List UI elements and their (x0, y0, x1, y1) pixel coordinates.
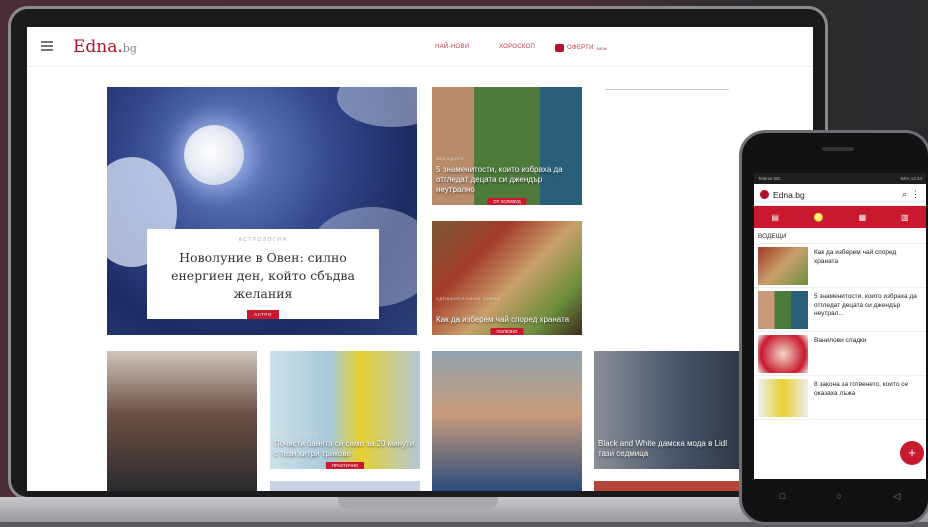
calendar-tab-icon[interactable]: ▤ (771, 213, 779, 222)
phone-frame: Telenor BG 62% 14:24 Edna.bg ⌕ ⋮ ▤ ♌ ▦ ▥… (739, 130, 928, 525)
zodiac-tab-icon[interactable]: ♌ (814, 213, 824, 222)
list-item[interactable]: Ванилови сладки (754, 332, 926, 376)
thumbnail (758, 335, 808, 373)
article-card[interactable] (432, 351, 582, 491)
battery-time: 62% 14:24 (900, 176, 922, 181)
nav-newest[interactable]: НАЙ-НОВИ (435, 44, 469, 50)
app-header: Edna.bg ⌕ ⋮ (754, 184, 926, 206)
list-item-title: 8 закона за готвенето, които се оказаха … (814, 381, 909, 397)
site-logo[interactable]: Edna.bg (73, 37, 137, 57)
hamburger-menu-icon[interactable] (41, 41, 53, 51)
article-card[interactable]: ПОЛЕЗНИ ИДЕИ Почисти банята си само за 2… (270, 351, 420, 469)
article-card[interactable] (107, 351, 257, 491)
card-tag[interactable]: ОТ ХОЛИВУД (487, 198, 527, 205)
list-item-title: Как да изберем чай според храната (814, 249, 897, 265)
thumbnail (758, 247, 808, 285)
card-title[interactable]: Как да изберем чай според храната (436, 315, 578, 325)
ad-divider (605, 89, 729, 90)
card-title[interactable]: Почисти банята си само за 20 минути с те… (274, 439, 416, 459)
list-item-title: 5 знаменитости, които избраха да отгледа… (814, 293, 917, 317)
card-tag[interactable]: ПРАКТИЧНО (325, 462, 365, 469)
nav-horoscope[interactable]: ХОРОСКОП (499, 44, 535, 50)
phone-speaker (822, 147, 854, 151)
list-item-title: Ванилови сладки (814, 337, 867, 344)
laptop-frame: Edna.bg НАЙ-НОВИ ХОРОСКОП ОФЕРТИ NEW АСТР… (8, 6, 828, 500)
category-tabs: ▤ ♌ ▦ ▥ (754, 206, 926, 228)
hero-card: АСТРОЛОГИЯ Новолуние в Овен: силно енерг… (147, 229, 379, 319)
phone-screen: Telenor BG 62% 14:24 Edna.bg ⌕ ⋮ ▤ ♌ ▦ ▥… (754, 173, 926, 479)
site-header: Edna.bg НАЙ-НОВИ ХОРОСКОП ОФЕРТИ NEW (27, 27, 813, 67)
card-kicker: ЗДРАВОСЛОВНИ ХРАНИ (436, 296, 502, 301)
card-kicker: ЗВЕЗДИТЕ (436, 156, 465, 161)
section-title: ВОДЕЩИ (754, 228, 926, 244)
cards-tab-icon[interactable]: ▦ (859, 213, 867, 222)
list-item[interactable]: 5 знаменитости, които избраха да отгледа… (754, 288, 926, 332)
search-icon[interactable]: ⌕ (902, 189, 907, 200)
android-nav-bar: □ ○ ◁ (754, 483, 926, 509)
app-title: Edna.bg (773, 189, 805, 200)
card-title[interactable]: 5 знаменитости, които избраха да отгледа… (436, 165, 578, 195)
card-title[interactable]: Black and White дамска мода в Lidl тази … (598, 439, 740, 459)
hero-category: АСТРОЛОГИЯ (238, 237, 288, 243)
nav-offers[interactable]: ОФЕРТИ NEW (555, 44, 607, 52)
laptop-notch (338, 497, 498, 509)
article-card-partial[interactable] (270, 481, 420, 491)
recents-icon[interactable]: □ (780, 491, 785, 501)
add-button[interactable]: + (900, 441, 924, 465)
hero-title[interactable]: Новолуние в Овен: силно енергиен ден, ко… (147, 249, 379, 303)
status-bar: Telenor BG 62% 14:24 (754, 173, 926, 184)
thumbnail (758, 291, 808, 329)
article-card[interactable]: ЗВЕЗДИТЕ 5 знаменитости, които избраха д… (432, 87, 582, 205)
hero-article[interactable]: АСТРОЛОГИЯ Новолуние в Овен: силно енерг… (107, 87, 417, 335)
thumbnail (758, 379, 808, 417)
app-logo-icon (760, 190, 769, 199)
card-kicker: ПОЛЕЗНИ ИДЕИ (274, 430, 318, 435)
gift-icon (555, 44, 564, 52)
list-item[interactable]: 8 закона за готвенето, които се оказаха … (754, 376, 926, 420)
moon-image (184, 125, 244, 185)
carrier-label: Telenor BG (758, 176, 781, 181)
list-item[interactable]: Как да изберем чай според храната (754, 244, 926, 288)
hero-tag[interactable]: АСТРО (247, 310, 279, 319)
cloud-decor (337, 87, 417, 127)
article-card-partial[interactable] (594, 481, 744, 491)
card-tag[interactable]: ПОЛЕЗНО (490, 328, 524, 335)
back-icon[interactable]: ◁ (893, 491, 900, 502)
article-card[interactable]: Black and White дамска мода в Lidl тази … (594, 351, 744, 469)
more-vert-icon[interactable]: ⋮ (911, 189, 920, 200)
book-tab-icon[interactable]: ▥ (901, 213, 909, 222)
home-icon[interactable]: ○ (837, 491, 842, 501)
laptop-screen: Edna.bg НАЙ-НОВИ ХОРОСКОП ОФЕРТИ NEW АСТР… (27, 27, 813, 491)
article-card[interactable]: ЗДРАВОСЛОВНИ ХРАНИ Как да изберем чай сп… (432, 221, 582, 335)
